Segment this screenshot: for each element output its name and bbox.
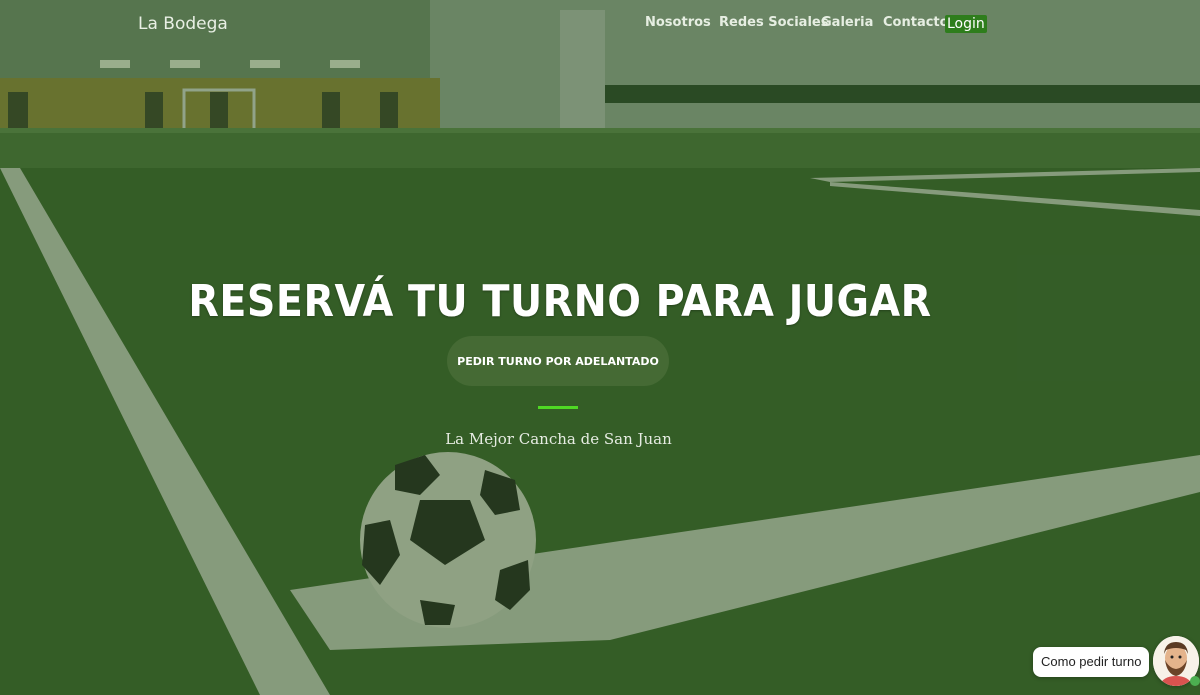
chat-help-bubble[interactable]: Como pedir turno bbox=[1033, 647, 1150, 677]
online-status-dot bbox=[1190, 676, 1200, 686]
nav-link-nosotros[interactable]: Nosotros bbox=[645, 15, 711, 30]
main-nav: Nosotros Redes Sociales Galeria Contacto bbox=[0, 15, 1200, 39]
login-button[interactable]: Login bbox=[945, 15, 987, 33]
hero-subtitle: La Mejor Cancha de San Juan bbox=[445, 430, 672, 448]
book-slot-button[interactable]: PEDIR TURNO POR ADELANTADO bbox=[447, 336, 669, 386]
accent-divider bbox=[538, 406, 578, 409]
nav-link-contacto[interactable]: Contacto bbox=[883, 15, 949, 30]
hero-title: RESERVÁ TU TURNO PARA JUGAR bbox=[188, 276, 932, 327]
nav-link-galeria[interactable]: Galeria bbox=[821, 15, 873, 30]
nav-link-redes-sociales[interactable]: Redes Sociales bbox=[719, 15, 828, 30]
